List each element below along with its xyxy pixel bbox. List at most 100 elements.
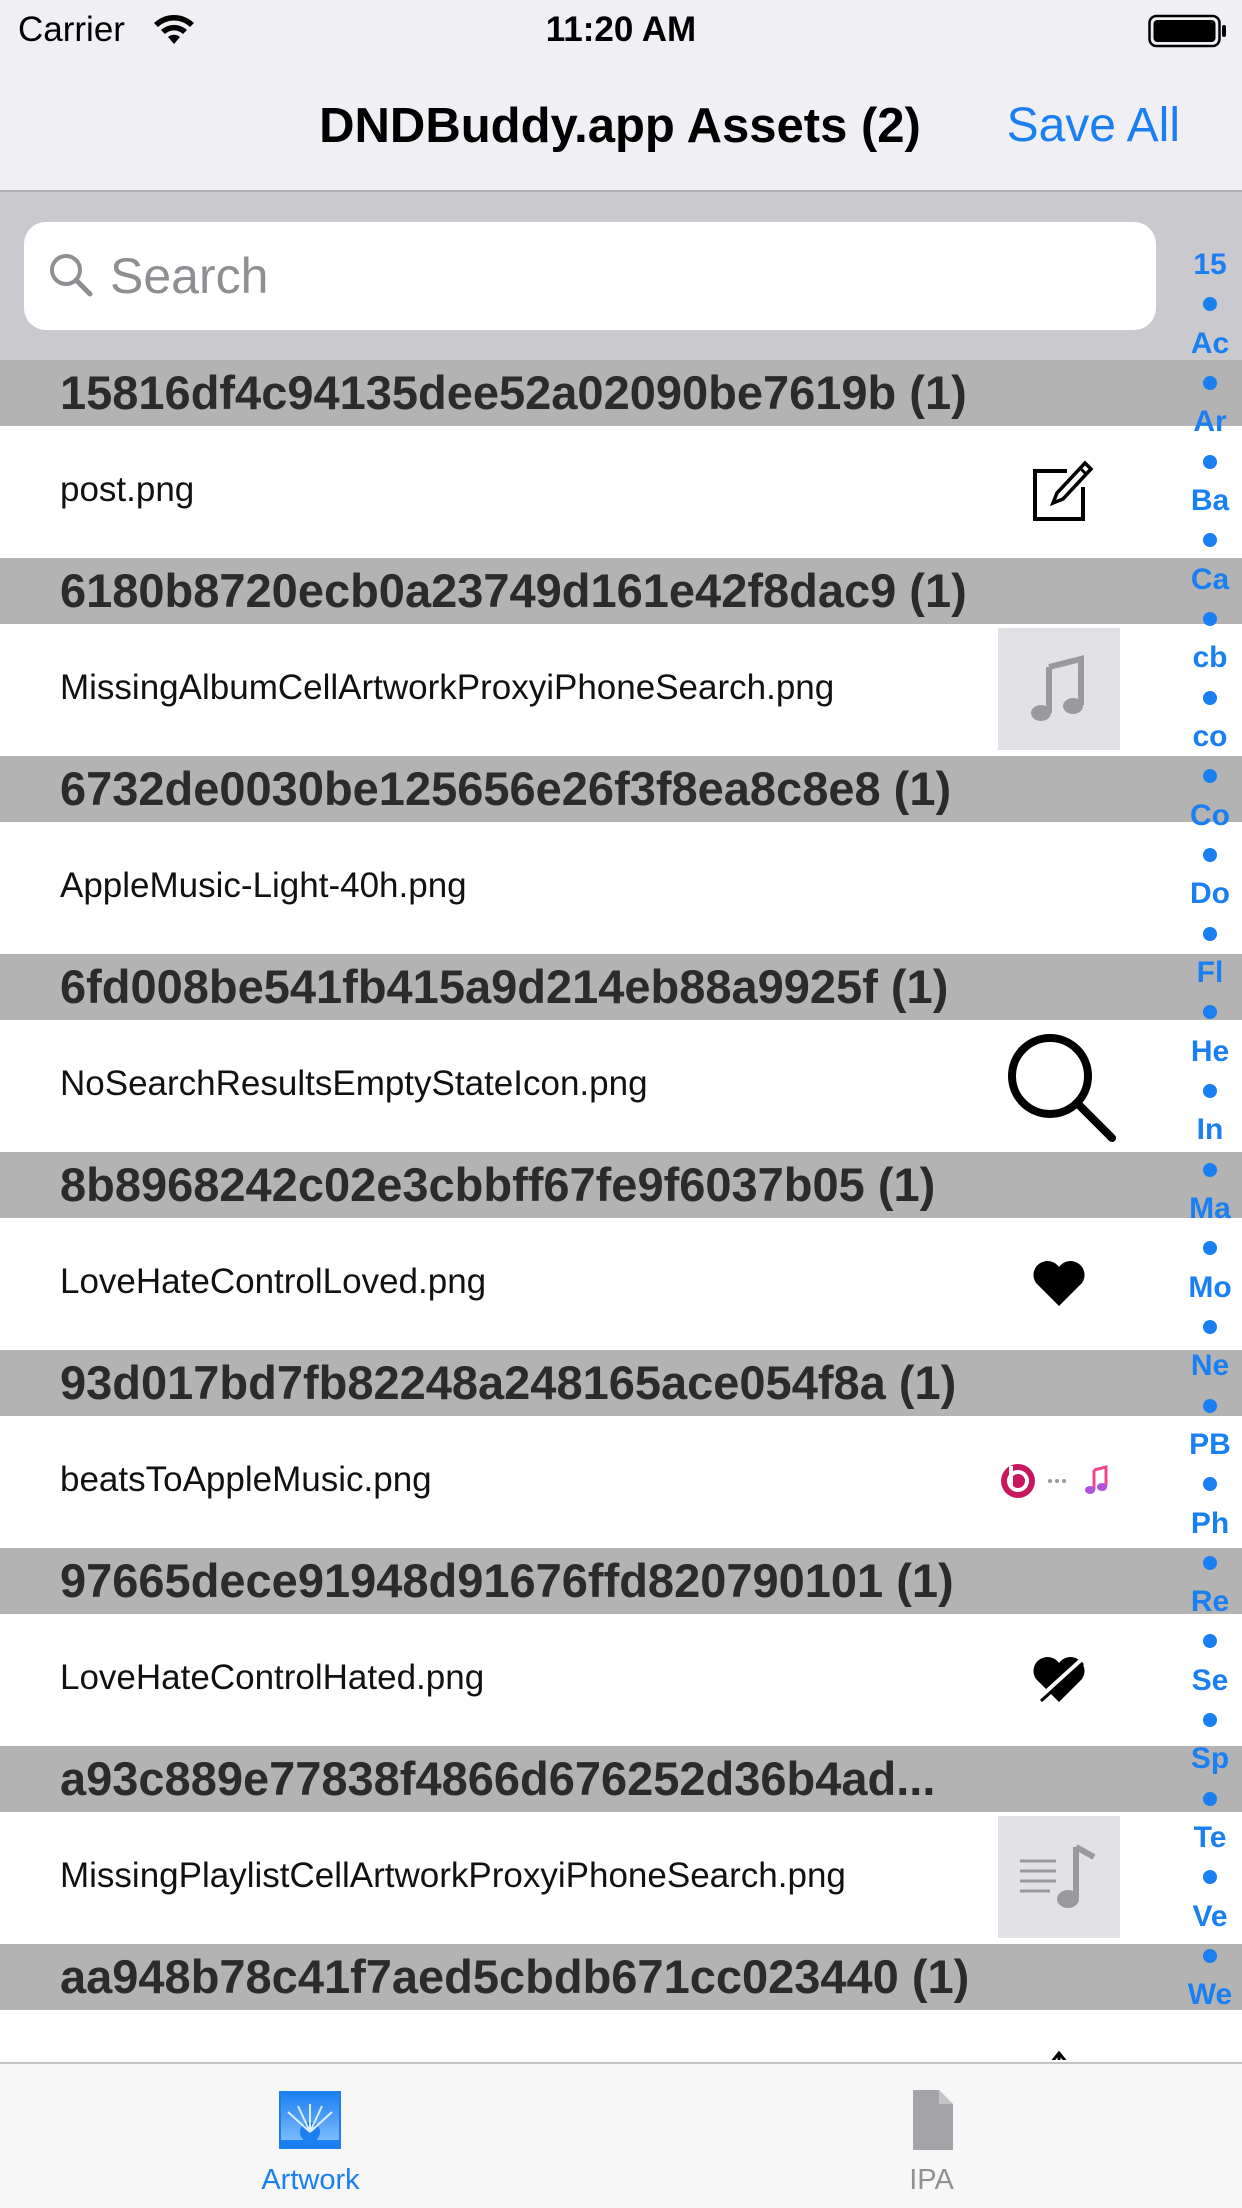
index-item[interactable]: Ca	[1191, 563, 1229, 597]
index-separator-dot	[1203, 1791, 1217, 1806]
index-item[interactable]: He	[1191, 1035, 1229, 1069]
section-header: aa948b78c41f7aed5cbdb671cc023440 (1)	[0, 1944, 1242, 2010]
tab-label: Artwork	[261, 2164, 360, 2196]
asset-filename: NoSearchResultsEmptyStateIcon.png	[60, 1064, 648, 1103]
index-item[interactable]: Re	[1191, 1585, 1229, 1619]
asset-section: 6732de0030be125656e26f3f8ea8c8e8 (1) App…	[0, 756, 1242, 954]
asset-row[interactable]: post.png	[0, 426, 1242, 558]
index-separator-dot	[1203, 1398, 1217, 1413]
index-separator-dot	[1203, 1162, 1217, 1177]
index-separator-dot	[1203, 1949, 1217, 1964]
index-item[interactable]: Ac	[1191, 327, 1229, 361]
index-item[interactable]: Sp	[1191, 1742, 1229, 1776]
index-separator-dot	[1203, 297, 1217, 312]
asset-section: 97665dece91948d91676ffd820790101 (1) Lov…	[0, 1548, 1242, 1746]
section-header: a93c889e77838f4866d676252d36b4ad...	[0, 1746, 1242, 1812]
artwork-icon	[279, 2091, 341, 2149]
tab-artwork[interactable]: Artwork	[0, 2064, 621, 2208]
asset-row[interactable]: NoSearchResultsEmptyStateIcon.png	[0, 1020, 1242, 1152]
save-all-button[interactable]: Save All	[1007, 98, 1180, 153]
asset-section: 93d017bd7fb82248a248165ace054f8a (1) bea…	[0, 1350, 1242, 1548]
index-item[interactable]: Ar	[1193, 405, 1226, 439]
index-separator-dot	[1203, 847, 1217, 862]
search-input[interactable]	[110, 244, 1110, 308]
index-separator-dot	[1203, 1477, 1217, 1492]
search-area	[0, 192, 1242, 360]
index-item[interactable]: co	[1192, 720, 1227, 754]
beats-to-music-icon	[998, 1420, 1120, 1542]
asset-filename: LoveHateControlHated.png	[60, 1658, 485, 1697]
upload-arrow-icon	[998, 2014, 1120, 2060]
index-item[interactable]: Ne	[1191, 1349, 1229, 1383]
index-separator-dot	[1203, 690, 1217, 705]
index-item[interactable]: In	[1197, 1113, 1224, 1147]
playlist-icon	[998, 1816, 1120, 1938]
section-header: 6fd008be541fb415a9d214eb88a9925f (1)	[0, 954, 1242, 1020]
page-title: DNDBuddy.app Assets (2)	[319, 99, 921, 153]
index-separator-dot	[1203, 1005, 1217, 1020]
asset-filename: AppleMusic-Light-40h.png	[60, 866, 467, 905]
navigation-bar: DNDBuddy.app Assets (2) Save All	[0, 62, 1242, 192]
asset-section: 8b8968242c02e3cbbff67fe9f6037b05 (1) Lov…	[0, 1152, 1242, 1350]
asset-section: 6fd008be541fb415a9d214eb88a9925f (1) NoS…	[0, 954, 1242, 1152]
asset-section: a93c889e77838f4866d676252d36b4ad... Miss…	[0, 1746, 1242, 1944]
index-item[interactable]: Ve	[1192, 1900, 1227, 1934]
asset-row[interactable]: MissingAlbumCellArtworkProxyiPhoneSearch…	[0, 624, 1242, 756]
asset-filename: MissingPlaylistCellArtworkProxyiPhoneSea…	[60, 1856, 846, 1895]
asset-filename: beatsToAppleMusic.png	[60, 1460, 432, 1499]
index-separator-dot	[1203, 1555, 1217, 1570]
index-separator-dot	[1203, 1713, 1217, 1728]
tab-ipa[interactable]: IPA	[621, 2064, 1242, 2208]
index-separator-dot	[1203, 1870, 1217, 1885]
index-item[interactable]: Fl	[1197, 956, 1224, 990]
compose-icon	[998, 430, 1120, 552]
index-separator-dot	[1203, 533, 1217, 548]
index-item[interactable]: Mo	[1188, 1271, 1231, 1305]
index-item[interactable]: Te	[1194, 1821, 1227, 1855]
asset-filename: post.png	[60, 470, 195, 509]
asset-row[interactable]	[0, 2010, 1242, 2060]
battery-icon	[1148, 14, 1226, 48]
status-bar: Carrier 11:20 AM	[0, 0, 1242, 62]
index-separator-dot	[1203, 1319, 1217, 1334]
asset-row[interactable]: AppleMusic-Light-40h.png	[0, 822, 1242, 954]
index-item[interactable]: Co	[1190, 799, 1230, 833]
index-item[interactable]: Ma	[1189, 1192, 1231, 1226]
section-header: 15816df4c94135dee52a02090be7619b (1)	[0, 360, 1242, 426]
asset-row[interactable]: LoveHateControlLoved.png	[0, 1218, 1242, 1350]
index-item[interactable]: 15	[1193, 248, 1226, 282]
asset-list[interactable]: 15816df4c94135dee52a02090be7619b (1) pos…	[0, 360, 1242, 2060]
index-separator-dot	[1203, 769, 1217, 784]
asset-filename: MissingAlbumCellArtworkProxyiPhoneSearch…	[60, 668, 835, 707]
document-icon	[913, 2090, 953, 2150]
section-header: 6732de0030be125656e26f3f8ea8c8e8 (1)	[0, 756, 1242, 822]
index-separator-dot	[1203, 375, 1217, 390]
section-header: 97665dece91948d91676ffd820790101 (1)	[0, 1548, 1242, 1614]
index-item[interactable]: Do	[1190, 877, 1230, 911]
status-time: 11:20 AM	[545, 10, 697, 49]
index-item[interactable]: We	[1188, 1978, 1232, 2012]
magnifier-icon	[998, 1024, 1120, 1146]
asset-row[interactable]: MissingPlaylistCellArtworkProxyiPhoneSea…	[0, 1812, 1242, 1944]
music-note-icon	[998, 628, 1120, 750]
asset-row[interactable]: beatsToAppleMusic.png	[0, 1416, 1242, 1548]
index-item[interactable]: cb	[1192, 641, 1227, 675]
tab-label: IPA	[909, 2164, 954, 2196]
section-header: 6180b8720ecb0a23749d161e42f8dac9 (1)	[0, 558, 1242, 624]
index-item[interactable]: PB	[1189, 1428, 1231, 1462]
broken-heart-icon	[998, 1618, 1120, 1740]
index-item[interactable]: Se	[1192, 1664, 1229, 1698]
index-item[interactable]: Ph	[1191, 1507, 1229, 1541]
tab-bar: Artwork IPA	[0, 2062, 1242, 2208]
index-separator-dot	[1203, 926, 1217, 941]
section-index[interactable]: 15 Ac Ar Ba Ca cb co Co Do Fl He In Ma M…	[1178, 248, 1242, 2013]
section-header: 8b8968242c02e3cbbff67fe9f6037b05 (1)	[0, 1152, 1242, 1218]
index-separator-dot	[1203, 1241, 1217, 1256]
asset-row[interactable]: LoveHateControlHated.png	[0, 1614, 1242, 1746]
index-item[interactable]: Ba	[1191, 484, 1229, 518]
asset-section: 15816df4c94135dee52a02090be7619b (1) pos…	[0, 360, 1242, 558]
search-bar[interactable]	[24, 222, 1156, 330]
asset-section: aa948b78c41f7aed5cbdb671cc023440 (1)	[0, 1944, 1242, 2060]
asset-section: 6180b8720ecb0a23749d161e42f8dac9 (1) Mis…	[0, 558, 1242, 756]
search-icon	[50, 254, 93, 297]
